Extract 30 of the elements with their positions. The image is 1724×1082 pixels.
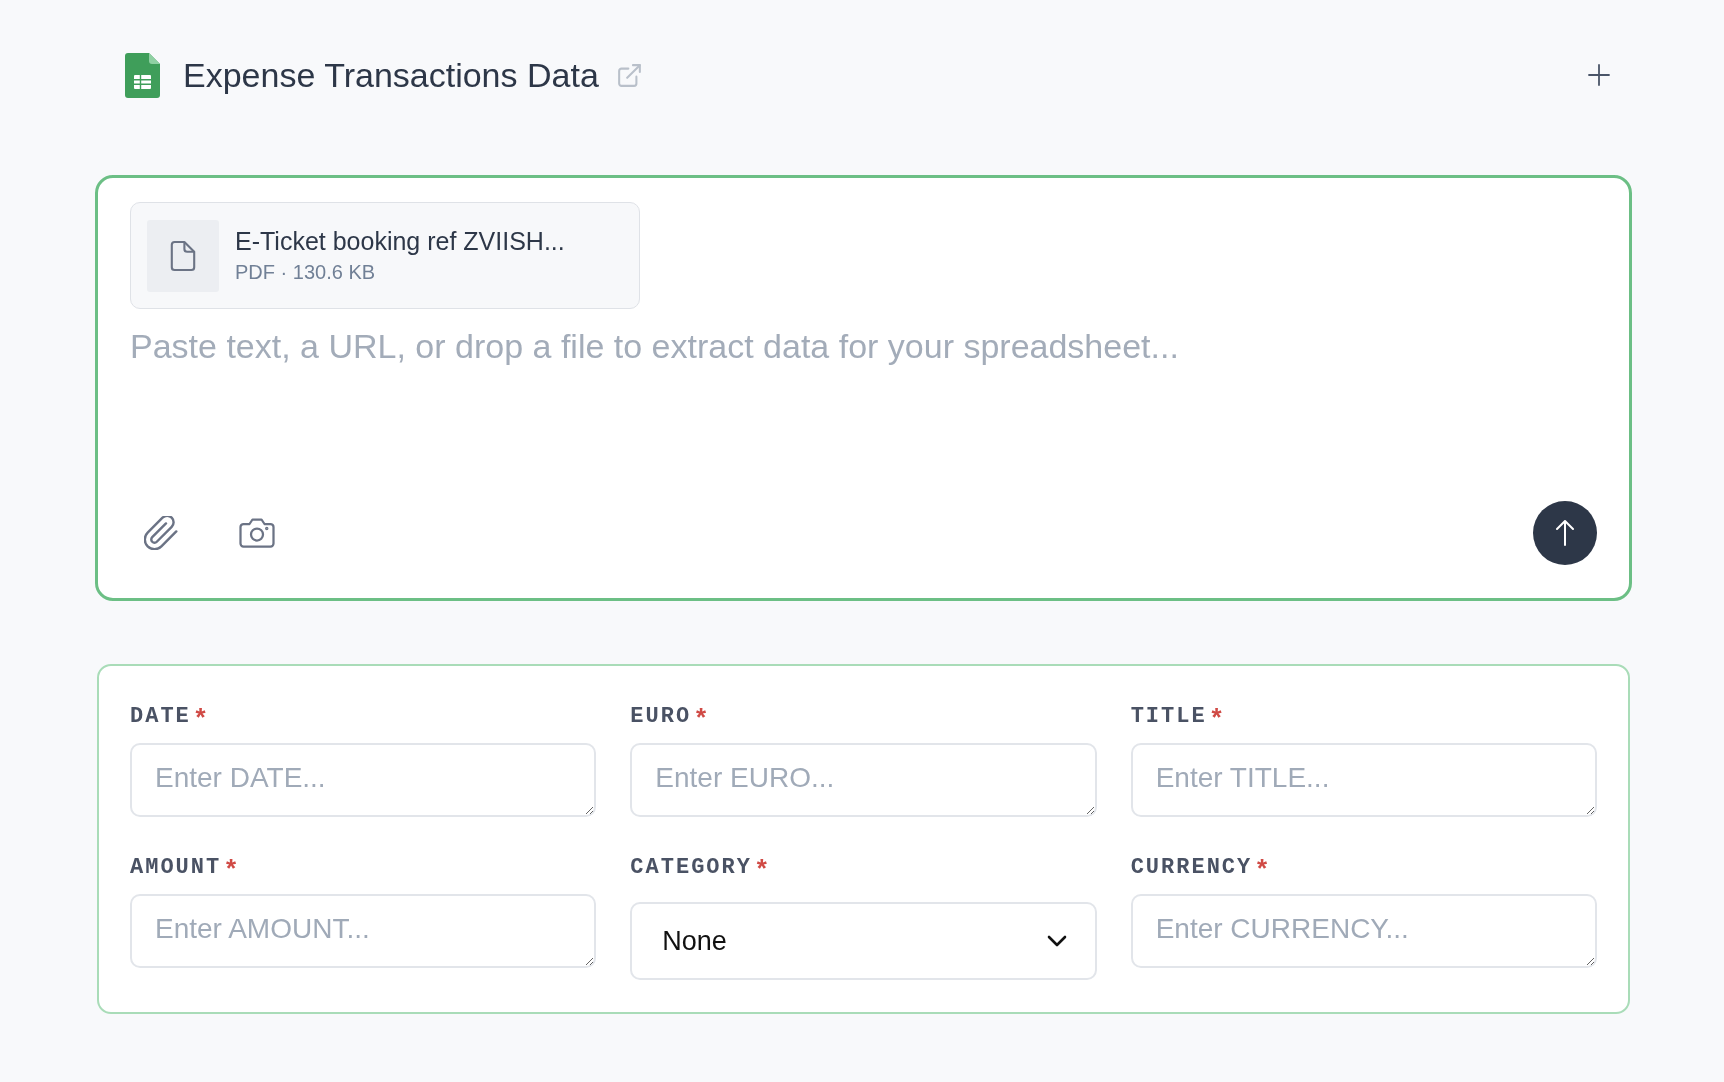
file-icon [147,219,219,292]
required-mark: * [753,856,770,886]
message-composer[interactable]: E-Ticket booking ref ZVIISH... PDF · 130.6 KB Paste text, a URL, or drop a file to extract data for your spreadsheet... [95,175,1632,601]
paperclip-icon[interactable] [144,516,178,550]
field-label: CATEGORY [630,854,752,880]
required-mark: * [1254,856,1270,886]
plus-icon[interactable] [1588,64,1610,86]
arrow-up-icon [1556,520,1574,546]
input-field[interactable]: Enter CURRENCY... [1130,894,1597,968]
input-field[interactable]: Enter DATE... [130,743,597,817]
spreadsheet-icon [125,52,160,98]
field-label: AMOUNT [130,854,222,880]
field-label: DATE [130,703,191,729]
required-mark: * [223,856,239,886]
select-field[interactable]: None [630,902,1097,980]
chevron-down-icon [1046,935,1067,947]
field-label: EURO [630,703,692,729]
input-field[interactable]: Enter AMOUNT... [130,894,597,968]
required-mark: * [693,705,709,735]
required-mark: * [1208,705,1225,735]
field-label: TITLE [1130,703,1207,729]
required-mark: * [192,705,209,735]
sheet-title: Expense Transactions Data [183,55,599,95]
file-meta: PDF · 130.6 KB [235,261,377,284]
message-field[interactable]: Paste text, a URL, or drop a file to extract data for your spreadsheet... [130,324,1597,488]
camera-icon[interactable] [239,518,275,548]
field-label: CURRENCY [1130,854,1253,880]
file-name: E-Ticket booking ref ZVIISH... [235,227,565,256]
input-field[interactable]: Enter EURO... [630,743,1097,817]
input-field[interactable]: Enter TITLE... [1130,743,1597,817]
